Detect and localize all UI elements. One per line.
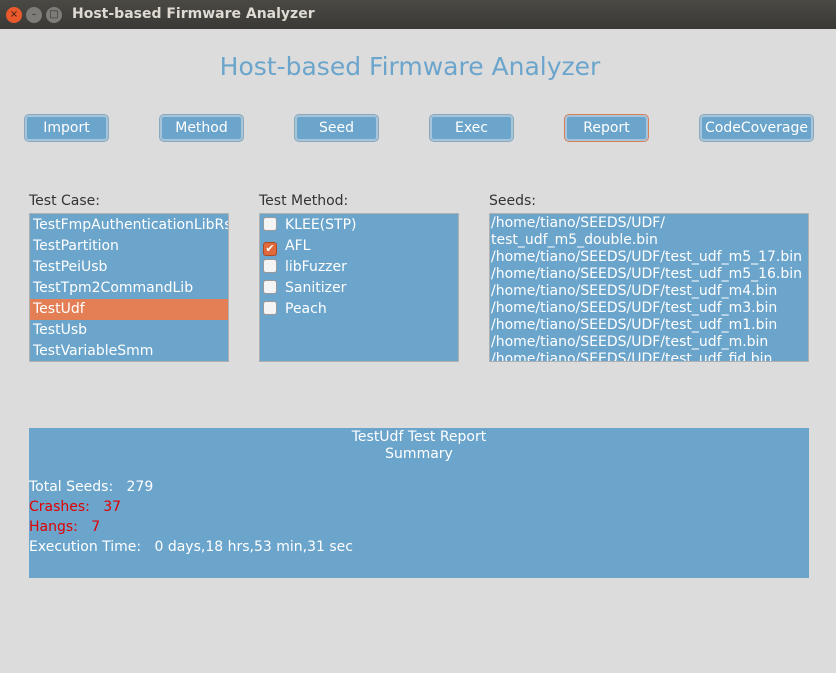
test-case-list[interactable]: TestFmpAuthenticationLibRsa TestPartitio… bbox=[29, 213, 229, 362]
checkbox[interactable] bbox=[263, 301, 277, 315]
report-title: TestUdf Test Report bbox=[351, 429, 487, 445]
checkbox[interactable] bbox=[263, 217, 277, 231]
seed-item[interactable]: /home/tiano/SEEDS/UDF/test_udf_fid.bin bbox=[490, 351, 808, 361]
crashes: Crashes: 37 bbox=[29, 499, 122, 515]
method-button[interactable]: Method bbox=[160, 115, 243, 141]
test-case-label: Test Case: bbox=[29, 193, 100, 209]
method-label: libFuzzer bbox=[285, 259, 347, 275]
test-method-list: KLEE(STP) ✔ AFL libFuzzer Sanitizer Peach bbox=[259, 213, 459, 362]
seed-item[interactable]: /home/tiano/SEEDS/UDF/test_udf_m5_17.bin bbox=[490, 249, 808, 266]
report-panel: TestUdf Test Report Summary Total Seeds:… bbox=[29, 428, 809, 578]
method-label: KLEE(STP) bbox=[285, 217, 357, 233]
seed-item[interactable]: /home/tiano/SEEDS/UDF/test_udf_m.bin bbox=[490, 334, 808, 351]
method-sanitizer[interactable]: Sanitizer bbox=[260, 278, 458, 299]
report-subtitle: Summary bbox=[385, 446, 453, 462]
list-item[interactable]: TestUsb bbox=[30, 320, 228, 341]
method-afl[interactable]: ✔ AFL bbox=[260, 236, 458, 257]
code-coverage-button[interactable]: CodeCoverage bbox=[700, 115, 813, 141]
seed-item[interactable]: test_udf_m5_double.bin bbox=[490, 232, 808, 249]
list-item-selected[interactable]: TestUdf bbox=[30, 299, 228, 320]
maximize-icon[interactable]: □ bbox=[46, 7, 62, 23]
checkbox[interactable] bbox=[263, 280, 277, 294]
seed-item[interactable]: /home/tiano/SEEDS/UDF/test_udf_m4.bin bbox=[490, 283, 808, 300]
method-label: Peach bbox=[285, 301, 327, 317]
execution-time: Execution Time: 0 days,18 hrs,53 min,31 … bbox=[29, 539, 353, 555]
seed-item[interactable]: /home/tiano/SEEDS/UDF/test_udf_m3.bin bbox=[490, 300, 808, 317]
report-button[interactable]: Report bbox=[565, 115, 648, 141]
minimize-icon[interactable]: – bbox=[26, 7, 42, 23]
test-method-label: Test Method: bbox=[259, 193, 349, 209]
method-klee[interactable]: KLEE(STP) bbox=[260, 215, 458, 236]
checkbox[interactable] bbox=[263, 259, 277, 273]
checkbox-checked[interactable]: ✔ bbox=[263, 242, 277, 256]
list-item[interactable]: TestFmpAuthenticationLibRsa bbox=[30, 215, 228, 236]
method-label: Sanitizer bbox=[285, 280, 347, 296]
close-icon[interactable]: × bbox=[6, 7, 22, 23]
seed-item[interactable]: /home/tiano/SEEDS/UDF/test_udf_m1.bin bbox=[490, 317, 808, 334]
list-item[interactable]: TestVariableSmm bbox=[30, 341, 228, 361]
list-item[interactable]: TestPeiUsb bbox=[30, 257, 228, 278]
seed-item[interactable]: /home/tiano/SEEDS/UDF/test_udf_m5_16.bin bbox=[490, 266, 808, 283]
hangs: Hangs: 7 bbox=[29, 519, 101, 535]
seeds-label: Seeds: bbox=[489, 193, 537, 209]
method-label: AFL bbox=[285, 238, 311, 254]
import-button[interactable]: Import bbox=[25, 115, 108, 141]
seed-button[interactable]: Seed bbox=[295, 115, 378, 141]
list-item[interactable]: TestPartition bbox=[30, 236, 228, 257]
method-peach[interactable]: Peach bbox=[260, 299, 458, 320]
app-title: Host-based Firmware Analyzer bbox=[219, 52, 601, 81]
exec-button[interactable]: Exec bbox=[430, 115, 513, 141]
seeds-list[interactable]: /home/tiano/SEEDS/UDF/ test_udf_m5_doubl… bbox=[489, 213, 809, 362]
list-item[interactable]: TestTpm2CommandLib bbox=[30, 278, 228, 299]
window-title: Host-based Firmware Analyzer bbox=[72, 6, 315, 22]
title-bar: × – □ Host-based Firmware Analyzer bbox=[0, 0, 836, 29]
seed-item[interactable]: /home/tiano/SEEDS/UDF/ bbox=[490, 215, 808, 232]
total-seeds: Total Seeds: 279 bbox=[29, 479, 154, 495]
method-libfuzzer[interactable]: libFuzzer bbox=[260, 257, 458, 278]
